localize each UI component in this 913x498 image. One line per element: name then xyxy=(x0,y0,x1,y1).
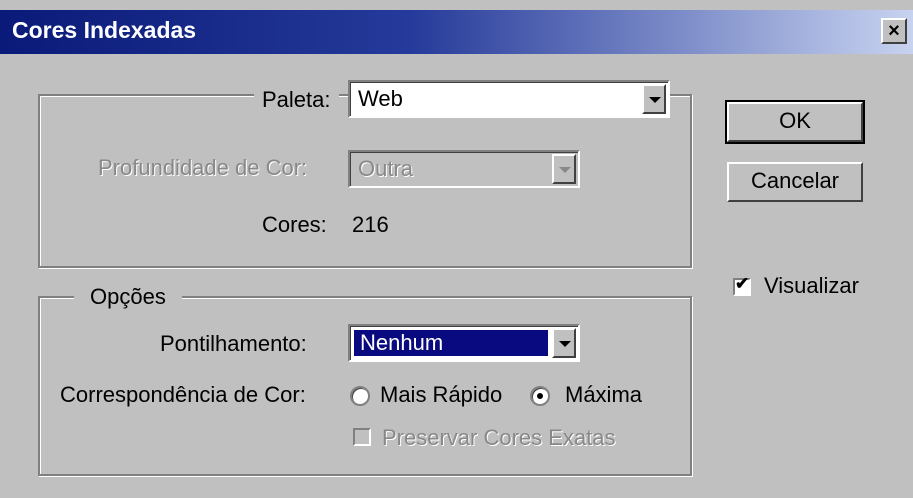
indexed-color-dialog: Cores Indexadas × Paleta: Web Profundida… xyxy=(0,0,913,498)
match-label: Correspondência de Cor: xyxy=(60,382,306,407)
palette-value: Web xyxy=(358,86,403,111)
title-bar[interactable]: Cores Indexadas × xyxy=(0,10,913,54)
colors-label: Cores: xyxy=(262,212,327,237)
dither-selection: Nenhum xyxy=(354,330,548,356)
radio-maximum-label[interactable]: Máxima xyxy=(565,382,642,408)
dither-value: Nenhum xyxy=(360,330,444,355)
chevron-down-icon xyxy=(552,154,576,184)
options-group-title: Opções xyxy=(74,284,182,310)
colors-value: 216 xyxy=(352,212,389,237)
dither-select[interactable]: Nenhum xyxy=(348,324,580,362)
preserve-checkbox xyxy=(353,428,371,446)
preview-label[interactable]: Visualizar xyxy=(764,273,859,299)
depth-value: Outra xyxy=(358,156,414,181)
radio-faster[interactable] xyxy=(350,386,370,406)
close-icon: × xyxy=(888,20,900,42)
ok-button[interactable]: OK xyxy=(725,100,865,144)
radio-maximum[interactable] xyxy=(530,386,550,406)
depth-select: Outra xyxy=(348,150,580,188)
preserve-label: Preservar Cores Exatas xyxy=(382,425,616,450)
palette-select[interactable]: Web xyxy=(348,80,670,118)
chevron-down-icon[interactable] xyxy=(552,328,576,358)
radio-faster-label[interactable]: Mais Rápido xyxy=(380,382,502,408)
cancel-button[interactable]: Cancelar xyxy=(727,162,863,202)
close-button[interactable]: × xyxy=(881,18,907,44)
dither-label: Pontilhamento: xyxy=(160,331,307,356)
palette-label: Paleta: xyxy=(254,87,339,113)
depth-label: Profundidade de Cor: xyxy=(98,155,308,180)
window-title: Cores Indexadas xyxy=(12,17,197,43)
chevron-down-icon[interactable] xyxy=(642,84,666,114)
preview-checkbox[interactable] xyxy=(733,274,751,296)
